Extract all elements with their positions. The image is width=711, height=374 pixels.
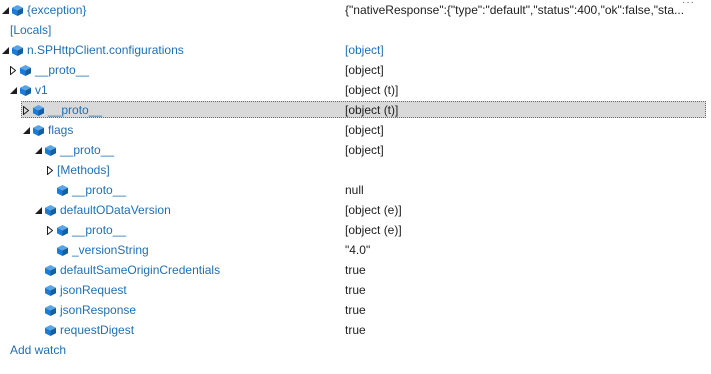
expand-triangle-icon[interactable] (8, 60, 18, 80)
watch-row[interactable]: __proto__ [object (e)] (0, 220, 711, 240)
expand-triangle-icon[interactable] (45, 160, 55, 180)
watch-item-name: v1 (35, 83, 48, 97)
watch-item-value: [object] (345, 63, 384, 77)
watch-row[interactable]: n.SPHttpClient.configurations [object] (0, 40, 711, 60)
watch-item-name: __proto__ (60, 143, 115, 157)
watch-item-name: flags (48, 123, 74, 137)
watch-item-value: true (345, 283, 366, 297)
collapse-triangle-icon[interactable] (0, 0, 10, 20)
watch-item-name: [Locals] (10, 23, 52, 37)
object-cube-icon (20, 64, 31, 76)
object-cube-icon (33, 104, 44, 116)
watch-row[interactable]: jsonResponse true (0, 300, 711, 320)
object-cube-icon (57, 244, 68, 256)
watch-item-value: "4.0" (345, 243, 371, 257)
watch-item-name: {exception} (27, 3, 87, 17)
object-cube-icon (57, 224, 68, 236)
expand-triangle-icon[interactable] (21, 100, 31, 120)
collapse-triangle-icon[interactable] (8, 80, 18, 100)
object-cube-icon (12, 44, 23, 56)
watch-tree: {exception} {"nativeResponse":{"type":"d… (0, 0, 711, 360)
collapse-triangle-icon[interactable] (0, 40, 10, 60)
watch-row[interactable]: defaultODataVersion [object (e)] (0, 200, 711, 220)
watch-item-value: [object (t)] (345, 83, 399, 97)
watch-item-name: __proto__ (72, 223, 127, 237)
watch-item-value: [object (t)] (345, 103, 399, 117)
watch-row[interactable]: [Locals] (0, 20, 711, 40)
add-watch-row[interactable]: Add watch (0, 340, 711, 360)
expand-triangle-icon[interactable] (45, 220, 55, 240)
watch-item-name: jsonRequest (60, 283, 127, 297)
watch-item-name: requestDigest (60, 323, 135, 337)
watch-item-value: true (345, 263, 366, 277)
watch-item-name: __proto__ (35, 63, 90, 77)
watch-row[interactable]: jsonRequest true (0, 280, 711, 300)
collapse-triangle-icon[interactable] (33, 200, 43, 220)
watch-row[interactable]: requestDigest true (0, 320, 711, 340)
collapse-triangle-icon[interactable] (21, 120, 31, 140)
watch-item-name: jsonResponse (60, 303, 137, 317)
watch-item-name: n.SPHttpClient.configurations (27, 43, 184, 57)
watch-item-value: {"nativeResponse":{"type":"default","sta… (345, 3, 685, 17)
watch-row[interactable]: _versionString "4.0" (0, 240, 711, 260)
watch-row[interactable]: defaultSameOriginCredentials true (0, 260, 711, 280)
watch-row[interactable]: [Methods] (0, 160, 711, 180)
add-watch-link[interactable]: Add watch (10, 340, 66, 360)
watch-item-value: [object] (345, 43, 384, 57)
watch-row-selected[interactable]: __proto__ [object (t)] (0, 100, 711, 120)
object-cube-icon (20, 84, 31, 96)
object-cube-icon (45, 304, 56, 316)
object-cube-icon (45, 264, 56, 276)
watch-item-name: [Methods] (57, 163, 110, 177)
object-cube-icon (33, 124, 44, 136)
watch-row[interactable]: flags [object] (0, 120, 711, 140)
object-cube-icon (45, 284, 56, 296)
watch-item-value: [object (e)] (345, 203, 402, 217)
watch-row[interactable]: __proto__ [object] (0, 140, 711, 160)
watch-row[interactable]: {exception} {"nativeResponse":{"type":"d… (0, 0, 711, 20)
watch-item-value: null (345, 183, 364, 197)
watch-item-name: defaultODataVersion (60, 203, 171, 217)
collapse-triangle-icon[interactable] (33, 140, 43, 160)
watch-row[interactable]: v1 [object (t)] (0, 80, 711, 100)
watch-item-value: [object] (345, 143, 384, 157)
watch-item-name: defaultSameOriginCredentials (60, 263, 221, 277)
object-cube-icon (12, 4, 23, 16)
object-cube-icon (45, 144, 56, 156)
watch-item-value: [object] (345, 123, 384, 137)
object-cube-icon (45, 324, 56, 336)
object-cube-icon (57, 184, 68, 196)
object-cube-icon (45, 204, 56, 216)
watch-item-name: __proto__ (48, 103, 103, 117)
watch-item-name: _versionString (72, 243, 149, 257)
watch-item-value: true (345, 323, 366, 337)
watch-item-value: [object (e)] (345, 223, 402, 237)
watch-item-name: __proto__ (72, 183, 127, 197)
watch-item-value: true (345, 303, 366, 317)
watch-row[interactable]: __proto__ [object] (0, 60, 711, 80)
watch-row[interactable]: __proto__ null (0, 180, 711, 200)
